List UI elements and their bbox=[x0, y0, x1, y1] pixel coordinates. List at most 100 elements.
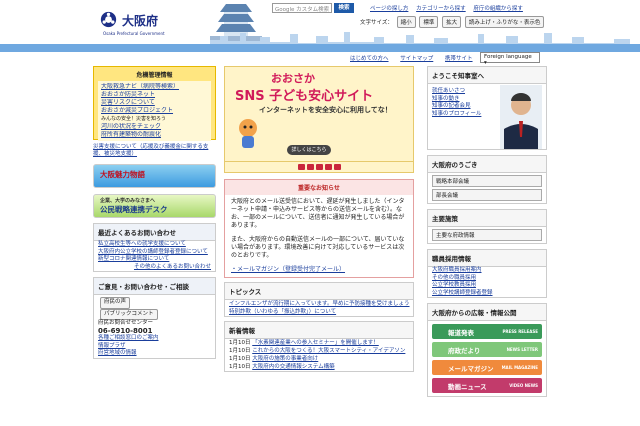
left-column: 危機管理情報 大阪救急ナビ（病院等検索） おおさか防災ネット 災害リスクについて… bbox=[93, 66, 216, 359]
pr-en: MAIL MAGAZINE bbox=[501, 365, 538, 370]
movement-button[interactable]: 戦略本部会議 bbox=[432, 175, 542, 187]
policy-title: 主要施策 bbox=[428, 210, 546, 227]
carousel-next-button[interactable] bbox=[333, 164, 341, 170]
search-button[interactable]: 検索 bbox=[334, 3, 354, 13]
crisis-panel: 危機管理情報 大阪救急ナビ（病院等検索） おおさか防災ネット 災害リスクについて… bbox=[93, 66, 216, 141]
contact-link[interactable]: 情報プラザ bbox=[98, 343, 126, 349]
banner-label: 公民戦略連携デスク bbox=[100, 205, 168, 214]
video-news-button[interactable]: 動画ニュース VIDEO NEWS bbox=[432, 378, 542, 393]
sns-safety-hero[interactable]: おおさか SNS 子ども安心サイト インターネットを安全安心に利用してな！ 詳し… bbox=[224, 66, 414, 162]
center-column: おおさか SNS 子ども安心サイト インターネットを安全安心に利用してな！ 詳し… bbox=[224, 66, 414, 372]
governor-link[interactable]: 知事の動き bbox=[432, 96, 460, 102]
crisis-link[interactable]: おおさか防災ネット bbox=[101, 91, 155, 98]
top-links: ページの探し方 カテゴリーから探す 府庁の組織から探す bbox=[370, 4, 529, 12]
banner-label: 大阪魅力物語 bbox=[100, 170, 145, 179]
hero-detail-button[interactable]: 詳しくはこちら bbox=[287, 145, 331, 155]
pr-label: 府政だより bbox=[448, 347, 481, 355]
nav-mobile[interactable]: 携帯サイト bbox=[445, 56, 473, 62]
osaka-charm-banner[interactable]: 大阪魅力物語 bbox=[93, 164, 216, 188]
voice-button[interactable]: 府民の声 bbox=[100, 297, 131, 309]
osaka-logo[interactable]: 大阪府 Osaka Prefectural Government bbox=[100, 9, 180, 37]
font-enlarge-button[interactable]: 拡大 bbox=[442, 16, 462, 28]
important-notice: 重要なお知らせ 大阪府とのメール送受信において、遅延が発生しました（インターネッ… bbox=[224, 179, 414, 278]
pr-section: 大阪府からの広報・情報公開 報道発表 PRESS RELEASE 府政だより NEW… bbox=[427, 303, 547, 397]
carousel-pause-button[interactable] bbox=[306, 164, 314, 170]
recruit-link[interactable]: 公立学校講師登録者登録 bbox=[432, 290, 493, 296]
newsletter-button[interactable]: 府政だより NEWS LETTER bbox=[432, 342, 542, 357]
language-select-value: Foreign language bbox=[484, 54, 532, 60]
recruit-link[interactable]: その他の職員採用 bbox=[432, 275, 476, 281]
news-link[interactable]: 大阪府内の交通情報システム構築 bbox=[252, 364, 334, 370]
comment-button[interactable]: パブリックコメント bbox=[100, 308, 158, 320]
contact-section: ご意見・お問い合わせ・ご相談 府民の声 パブリックコメント 府民お問合せセンター… bbox=[93, 277, 216, 359]
disaster-support-link[interactable]: 災害支援について（応援及び義援金に関する支援、被災地支援） bbox=[93, 144, 208, 157]
font-size-label: 文字サイズ： bbox=[360, 20, 393, 26]
mail-magazine-button[interactable]: メールマガジン MAIL MAGAZINE bbox=[432, 360, 542, 375]
crisis-link[interactable]: 災害リスクについて bbox=[101, 99, 155, 106]
read-aloud-button[interactable]: 読み上げ・ふりがな・表示色 bbox=[464, 16, 545, 28]
link-organization[interactable]: 府庁の組織から探す bbox=[473, 6, 523, 12]
important-title: 重要なお知らせ bbox=[225, 180, 413, 195]
recruit-link[interactable]: 公立学校教員採用 bbox=[432, 282, 476, 288]
press-release-button[interactable]: 報道発表 PRESS RELEASE bbox=[432, 324, 542, 339]
topic-link[interactable]: インフルエンザが流行期に入っています。早めに予防接種を受けましょう bbox=[229, 301, 410, 307]
pr-label: メールマガジン bbox=[448, 365, 494, 373]
governor-link[interactable]: 知事の記者会見 bbox=[432, 103, 471, 109]
pr-en: NEWS LETTER bbox=[506, 347, 538, 352]
carousel-prev-button[interactable] bbox=[297, 164, 305, 170]
public-private-banner[interactable]: 企業、大学のみなさまへ 公民戦略連携デスク bbox=[93, 194, 216, 218]
news-link[interactable]: 大阪府の施策の事業者向け bbox=[252, 356, 318, 362]
governor-photo bbox=[500, 85, 542, 149]
nav-first-time[interactable]: はじめての方へ bbox=[350, 56, 389, 62]
topic-link[interactable]: 特別詐欺（いわゆる「振込詐欺」）について bbox=[229, 309, 336, 315]
governor-link[interactable]: 就任あいさつ bbox=[432, 88, 465, 94]
policy-button[interactable]: 主要な府政情報 bbox=[432, 229, 542, 241]
crisis-link[interactable]: 府所有建築物の耐震化 bbox=[101, 131, 161, 138]
faq-link[interactable]: 新型コロナ関連情報について bbox=[98, 256, 169, 262]
sub-nav: はじめての方へ サイトマップ 携帯サイト bbox=[350, 54, 483, 62]
movement-button[interactable]: 部長会議 bbox=[432, 189, 542, 201]
font-standard-button[interactable]: 標準 bbox=[419, 16, 439, 28]
crisis-link[interactable]: 大阪救急ナビ（病院等検索） bbox=[101, 83, 179, 90]
governor-section: ようこそ知事室へ 就任あいさつ 知事の動き 知事の記者会見 知事のプロフィール bbox=[427, 66, 547, 150]
governor-link[interactable]: 知事のプロフィール bbox=[432, 111, 481, 117]
pr-en: VIDEO NEWS bbox=[509, 383, 538, 388]
hero-title-1: おおさか bbox=[271, 72, 315, 85]
news-date: 1月10日 bbox=[229, 348, 251, 354]
center-label: 府民お問合せセンター bbox=[98, 320, 154, 326]
font-size-row: 文字サイズ： 縮小 標準 拡大 読み上げ・ふりがな・表示色 bbox=[360, 16, 545, 28]
search-input[interactable]: Google カスタム検索 bbox=[272, 3, 332, 13]
crisis-link[interactable]: 河川の状況をチェック bbox=[101, 123, 161, 130]
contact-link[interactable]: 府営地域の情報 bbox=[98, 350, 137, 356]
important-item-link[interactable]: ・メールマガジン（登録受付完了メール） bbox=[231, 266, 345, 273]
link-how-to-find[interactable]: ページの探し方 bbox=[370, 6, 408, 12]
language-select[interactable]: Foreign language ▾ bbox=[480, 52, 540, 66]
contact-link[interactable]: 各種ご相談窓口のご案内 bbox=[98, 335, 159, 341]
font-shrink-button[interactable]: 縮小 bbox=[396, 16, 416, 28]
recruit-title: 職員採用情報 bbox=[428, 250, 546, 267]
news-link[interactable]: これからの大阪をつくる！大阪スマートシティ・アイデアソン bbox=[252, 348, 405, 354]
contact-title: ご意見・お問い合わせ・ご相談 bbox=[94, 278, 215, 295]
movement-title: 大阪府のうごき bbox=[428, 156, 546, 173]
center-phone: 06-6910-8001 bbox=[98, 326, 153, 335]
pr-en: PRESS RELEASE bbox=[502, 329, 538, 334]
nav-sitemap[interactable]: サイトマップ bbox=[400, 56, 433, 62]
pr-label: 報道発表 bbox=[448, 329, 474, 337]
crisis-link[interactable]: おおさか減災プロジェクト bbox=[101, 107, 173, 114]
faq-more-link[interactable]: その他のよくあるお問い合わせ bbox=[134, 264, 211, 270]
movement-section: 大阪府のうごき 戦略本部会議 部長会議 bbox=[427, 155, 547, 204]
recruit-section: 職員採用情報 大阪府職員採用案内 その他の職員採用 公立学校教員採用 公立学校講… bbox=[427, 249, 547, 298]
important-p1: 大阪府とのメール送受信において、遅延が発生しました（インターネット申請・申込みサ… bbox=[231, 198, 405, 229]
faq-link[interactable]: 大阪府内公立学校の講師登録者登録について bbox=[98, 249, 208, 255]
carousel-controls bbox=[224, 162, 414, 173]
link-category[interactable]: カテゴリーから探す bbox=[416, 6, 466, 12]
faq-title: 最近よくあるお問い合わせ bbox=[94, 224, 215, 241]
news-link[interactable]: 「水素関連産業への参入セミナー」を開催します！ bbox=[252, 340, 379, 346]
carousel-dot[interactable] bbox=[315, 164, 323, 170]
carousel-dot[interactable] bbox=[324, 164, 332, 170]
recruit-link[interactable]: 大阪府職員採用案内 bbox=[432, 267, 482, 273]
news-date: 1月10日 bbox=[229, 340, 251, 346]
header: 大阪府 Osaka Prefectural Government Google … bbox=[0, 0, 640, 48]
faq-link[interactable]: 私立高校生等への就学支援について bbox=[98, 241, 186, 247]
pr-title: 大阪府からの広報・情報公開 bbox=[428, 304, 546, 321]
